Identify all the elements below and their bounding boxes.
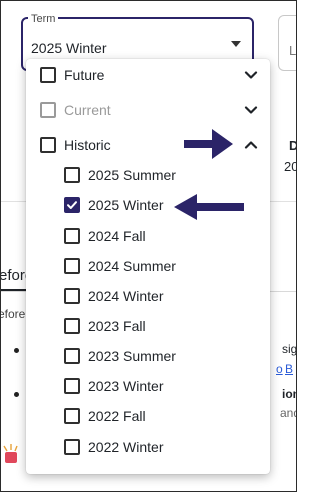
group-future[interactable]: Future — [40, 61, 260, 89]
checkbox-checked[interactable] — [64, 197, 80, 213]
checkbox[interactable] — [64, 348, 80, 364]
checkbox[interactable] — [64, 228, 80, 244]
checkbox[interactable] — [64, 318, 80, 334]
option-2024-fall[interactable]: 2024 Fall — [64, 222, 244, 250]
check-icon — [67, 201, 77, 209]
checkbox[interactable] — [64, 408, 80, 424]
caret-down-icon[interactable] — [231, 41, 241, 47]
background-text: ion — [282, 387, 296, 401]
checkbox[interactable] — [64, 439, 80, 455]
checkbox[interactable] — [40, 137, 56, 153]
group-current: Current — [40, 96, 260, 124]
option-2024-summer[interactable]: 2024 Summer — [64, 252, 244, 280]
background-bullet — [14, 348, 19, 353]
option-label: 2025 Summer — [88, 167, 176, 183]
group-label: Current — [64, 102, 111, 118]
background-text: and — [280, 406, 296, 420]
term-dropdown-menu: Future Current Historic 2025 Summer 2025… — [26, 59, 270, 474]
annotation-arrow-left-icon — [174, 194, 244, 220]
option-label: 2022 Winter — [88, 439, 164, 455]
chevron-up-icon[interactable] — [244, 138, 258, 152]
annotation-arrow-right-icon — [184, 129, 233, 159]
alert-icon — [3, 444, 18, 463]
background-field-label: L — [289, 43, 297, 58]
option-2023-winter[interactable]: 2023 Winter — [64, 372, 244, 400]
background-bullet — [14, 392, 19, 397]
option-2022-winter[interactable]: 2022 Winter — [64, 433, 244, 461]
checkbox[interactable] — [64, 258, 80, 274]
option-label: 2023 Summer — [88, 348, 176, 364]
option-label: 2024 Summer — [88, 258, 176, 274]
checkbox — [40, 102, 56, 118]
option-label: 2024 Fall — [88, 228, 146, 244]
option-2023-fall[interactable]: 2023 Fall — [64, 312, 244, 340]
checkbox[interactable] — [40, 67, 56, 83]
option-2024-winter[interactable]: 2024 Winter — [64, 282, 244, 310]
term-select-label: Term — [28, 13, 59, 25]
option-label: 2025 Winter — [88, 197, 164, 213]
option-label: 2023 Fall — [88, 318, 146, 334]
option-2022-fall[interactable]: 2022 Fall — [64, 402, 244, 430]
background-column-heading: D — [289, 138, 296, 153]
background-paragraph: efore — [0, 307, 26, 321]
background-link[interactable]: B — [285, 362, 293, 376]
option-label: 2022 Fall — [88, 408, 146, 424]
background-link[interactable]: o — [276, 362, 283, 376]
background-column-value: 20 — [284, 159, 296, 174]
chevron-down-icon[interactable] — [244, 103, 258, 117]
option-2023-summer[interactable]: 2023 Summer — [64, 342, 244, 370]
checkbox[interactable] — [64, 378, 80, 394]
option-label: 2024 Winter — [88, 288, 164, 304]
checkbox[interactable] — [64, 167, 80, 183]
background-text: sig — [282, 342, 297, 356]
term-select-value: 2025 Winter — [31, 40, 107, 56]
option-label: 2023 Winter — [88, 378, 164, 394]
option-2025-summer[interactable]: 2025 Summer — [64, 161, 244, 189]
group-label: Historic — [64, 137, 111, 153]
checkbox[interactable] — [64, 288, 80, 304]
group-label: Future — [64, 67, 105, 83]
chevron-down-icon[interactable] — [244, 68, 258, 82]
screenshot-frame: L D 20 efore efore sig o B ion and W Ter… — [0, 0, 297, 492]
